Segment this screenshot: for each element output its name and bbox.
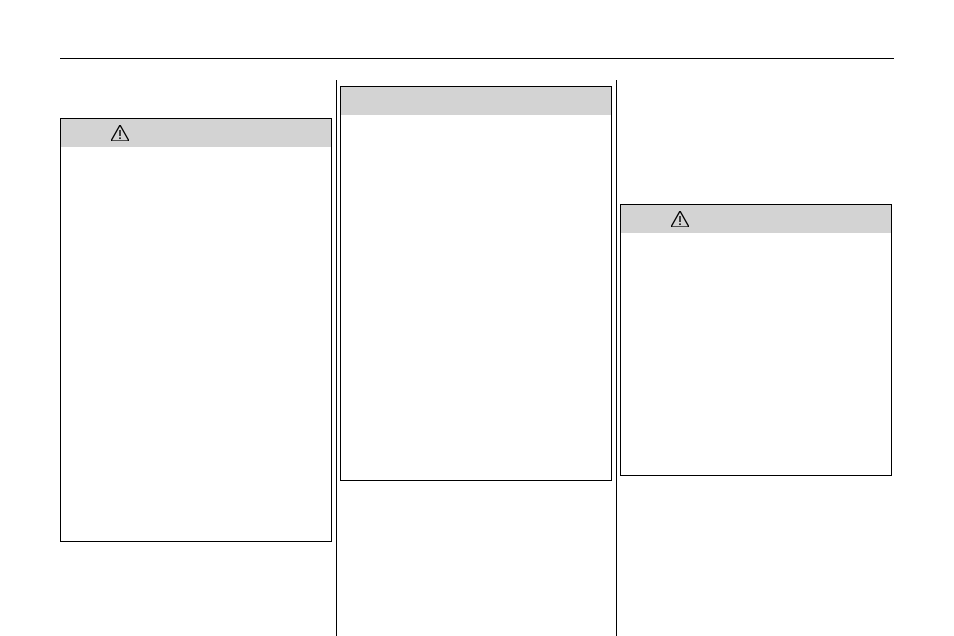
caution-box-1	[60, 118, 332, 542]
info-box-2-body	[341, 115, 611, 131]
column-separator-2	[616, 80, 617, 636]
info-box-2	[340, 86, 612, 481]
warning-icon	[671, 211, 689, 227]
caution-box-1-body	[61, 147, 331, 163]
column-3	[620, 80, 892, 636]
info-box-2-header	[341, 87, 611, 115]
columns-container	[60, 80, 894, 636]
column-separator-1	[336, 80, 337, 636]
caution-box-3	[620, 204, 892, 476]
caution-box-3-body	[621, 233, 891, 249]
column-2	[340, 80, 612, 636]
caution-box-1-header	[61, 119, 331, 147]
warning-icon	[111, 125, 129, 141]
caution-box-3-header	[621, 205, 891, 233]
page-content	[60, 50, 894, 636]
column-1	[60, 80, 332, 636]
header-rule	[60, 58, 894, 59]
